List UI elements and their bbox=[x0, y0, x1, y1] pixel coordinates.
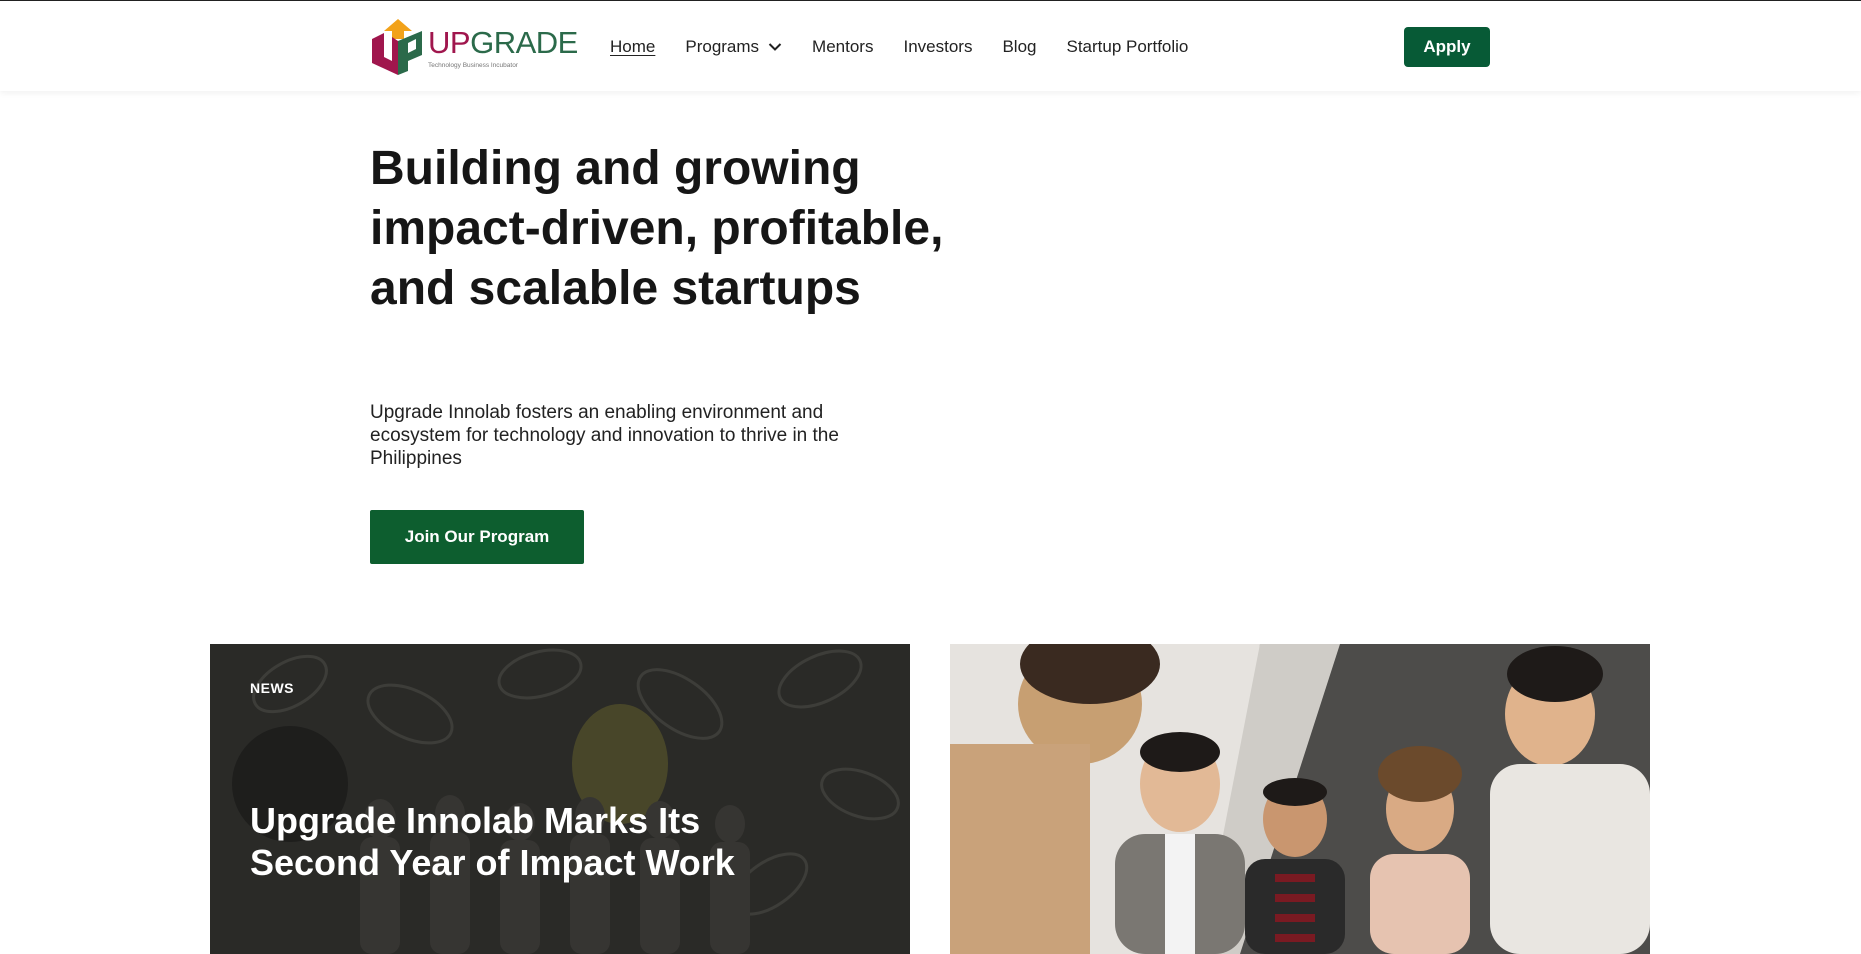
logo-wordmark: UPGRADE bbox=[428, 25, 578, 60]
nav-startup-portfolio[interactable]: Startup Portfolio bbox=[1066, 37, 1188, 57]
hero-title: Building and growing impact-driven, prof… bbox=[370, 142, 944, 315]
news-title[interactable]: Upgrade Innolab Marks Its Second Year of… bbox=[250, 800, 810, 884]
photo-card bbox=[950, 644, 1650, 954]
smiling-team-image bbox=[950, 644, 1650, 954]
news-tag: NEWS bbox=[250, 680, 294, 696]
main-nav: Home Programs Mentors Investors Blog Sta… bbox=[610, 37, 1218, 57]
hero-subtitle: Upgrade Innolab fosters an enabling envi… bbox=[370, 402, 839, 469]
apply-button[interactable]: Apply bbox=[1404, 27, 1490, 67]
logo-tagline: Technology Business Incubator bbox=[428, 62, 518, 69]
join-program-button[interactable]: Join Our Program bbox=[370, 510, 584, 564]
nav-programs[interactable]: Programs bbox=[685, 37, 782, 57]
nav-investors[interactable]: Investors bbox=[903, 37, 972, 57]
site-header: UPGRADE Technology Business Incubator Ho… bbox=[0, 1, 1861, 91]
logo-cube-icon bbox=[372, 19, 422, 75]
news-card[interactable]: NEWS Upgrade Innolab Marks Its Second Ye… bbox=[210, 644, 910, 954]
nav-home[interactable]: Home bbox=[610, 37, 655, 57]
team-photo-image bbox=[210, 644, 910, 954]
chevron-down-icon bbox=[768, 43, 782, 51]
upgrade-logo[interactable]: UPGRADE Technology Business Incubator bbox=[370, 17, 578, 77]
nav-blog[interactable]: Blog bbox=[1002, 37, 1036, 57]
nav-programs-label: Programs bbox=[685, 37, 760, 56]
nav-mentors[interactable]: Mentors bbox=[812, 37, 873, 57]
